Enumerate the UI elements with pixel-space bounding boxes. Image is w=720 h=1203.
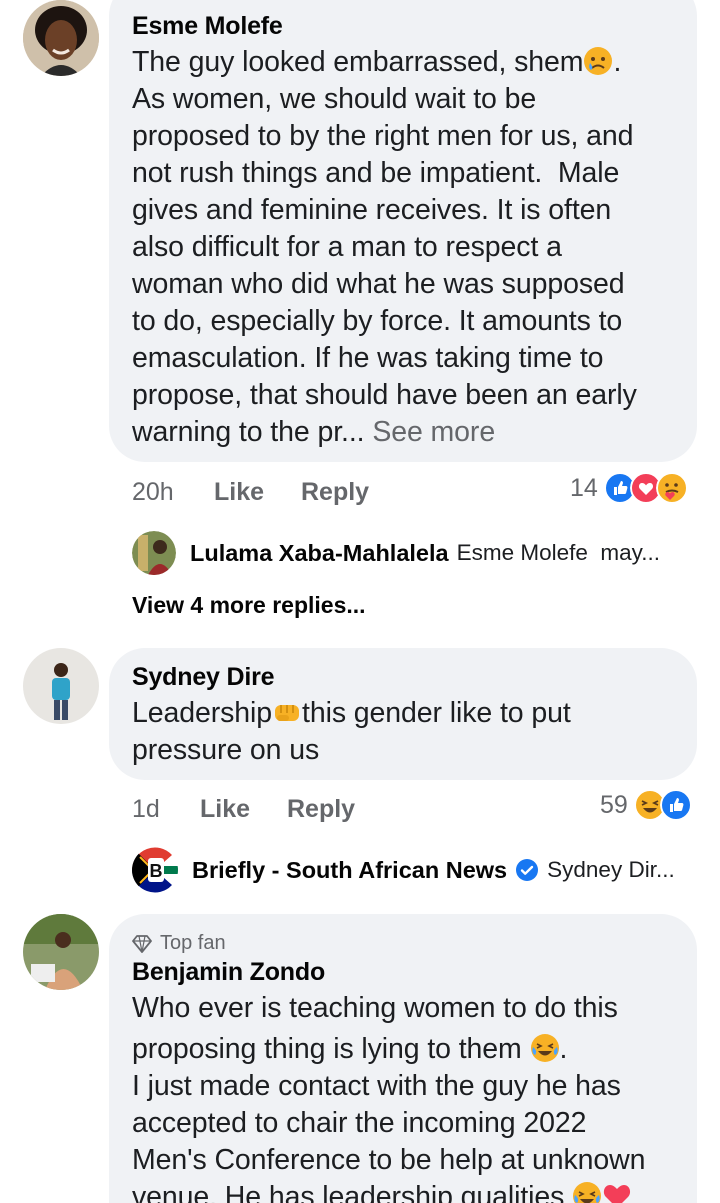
red-heart-emoji-icon	[604, 1185, 631, 1203]
reply-avatar[interactable]	[132, 531, 176, 575]
top-fan-badge: Top fan	[132, 932, 226, 955]
svg-text:B: B	[150, 861, 163, 881]
comment-author[interactable]: Sydney Dire	[132, 663, 275, 692]
tears-of-joy-emoji-icon	[573, 1182, 602, 1203]
comment-line: As women, we should wait to be	[132, 83, 537, 115]
reply-button[interactable]: Reply	[287, 795, 355, 824]
reactions-summary[interactable]: 59	[600, 789, 692, 821]
comment-line: proposing thing is lying to them .	[132, 1033, 568, 1065]
profile-photo	[23, 0, 99, 76]
comment-author[interactable]: Esme Molefe	[132, 12, 283, 41]
comment-line: Leadership this gender like to put	[132, 697, 571, 729]
comment-body: Who ever is teaching women to do this pr…	[132, 990, 692, 1203]
comment-author[interactable]: Benjamin Zondo	[132, 958, 325, 987]
comment-line: I just made contact with the guy he has	[132, 1070, 621, 1102]
reply-author[interactable]: Briefly - South African News	[192, 857, 507, 884]
comment-line: venue. He has leadership qualities	[132, 1179, 692, 1203]
reply-preview[interactable]: Lulama Xaba-Mahlalela Esme Molefe may...	[132, 530, 692, 576]
comment-timestamp[interactable]: 20h	[132, 478, 174, 507]
comment-line: warning to the pr... See more	[132, 416, 496, 448]
diamond-icon	[132, 934, 152, 953]
comment-body: Leadership this gender like to put pressu…	[132, 695, 692, 769]
avatar[interactable]	[23, 0, 99, 76]
reply-snippet: Sydney Dir...	[547, 857, 675, 882]
comment-line: pressure on us	[132, 734, 320, 766]
comment-line: woman who did what he was supposed	[132, 268, 625, 300]
care-icon	[655, 472, 688, 504]
comment-line: Men's Conference to be help at unknown	[132, 1144, 646, 1176]
reply-preview[interactable]: B Briefly - South African News Sydney Di…	[132, 846, 692, 894]
comment-line: Who ever is teaching women to do this	[132, 992, 618, 1024]
comment-line: propose, that should have been an early	[132, 379, 637, 411]
reactions-summary[interactable]: 14	[570, 472, 688, 504]
comment-line: The guy looked embarrassed, shem.	[132, 46, 622, 78]
reply-author[interactable]: Lulama Xaba-Mahlalela	[190, 540, 449, 567]
comment-body: The guy looked embarrassed, shem. As wom…	[132, 44, 692, 451]
tears-of-joy-emoji-icon	[530, 1034, 559, 1062]
reaction-count: 14	[570, 473, 598, 502]
comment-line: accepted to chair the incoming 2022	[132, 1107, 587, 1139]
comment-line: emasculation. If he was taking time to	[132, 342, 604, 374]
view-more-replies-link[interactable]: View 4 more replies...	[132, 592, 366, 619]
comment-line: not rush things and be impatient. Male	[132, 157, 620, 189]
avatar[interactable]	[23, 914, 99, 990]
top-fan-label: Top fan	[160, 932, 226, 954]
like-button[interactable]: Like	[200, 795, 250, 824]
sad-tear-emoji-icon	[584, 47, 613, 75]
profile-photo	[23, 648, 99, 724]
reply-button[interactable]: Reply	[301, 478, 369, 507]
like-button[interactable]: Like	[214, 478, 264, 507]
comment-timestamp[interactable]: 1d	[132, 795, 160, 824]
fist-emoji-icon	[275, 705, 300, 721]
reaction-count: 59	[600, 790, 628, 819]
comment-line: proposed to by the right men for us, and	[132, 120, 634, 152]
reply-avatar[interactable]: B	[132, 847, 178, 893]
comment-line: also difficult for a man to respect a	[132, 231, 562, 263]
verified-badge-icon	[516, 859, 539, 881]
reply-snippet: Esme Molefe may...	[456, 540, 660, 565]
profile-photo	[23, 914, 99, 990]
like-icon	[659, 789, 692, 821]
avatar[interactable]	[23, 648, 99, 724]
comment-line: to do, especially by force. It amounts t…	[132, 305, 623, 337]
see-more-link[interactable]: See more	[372, 416, 495, 448]
comment-line: gives and feminine receives. It is often	[132, 194, 612, 226]
